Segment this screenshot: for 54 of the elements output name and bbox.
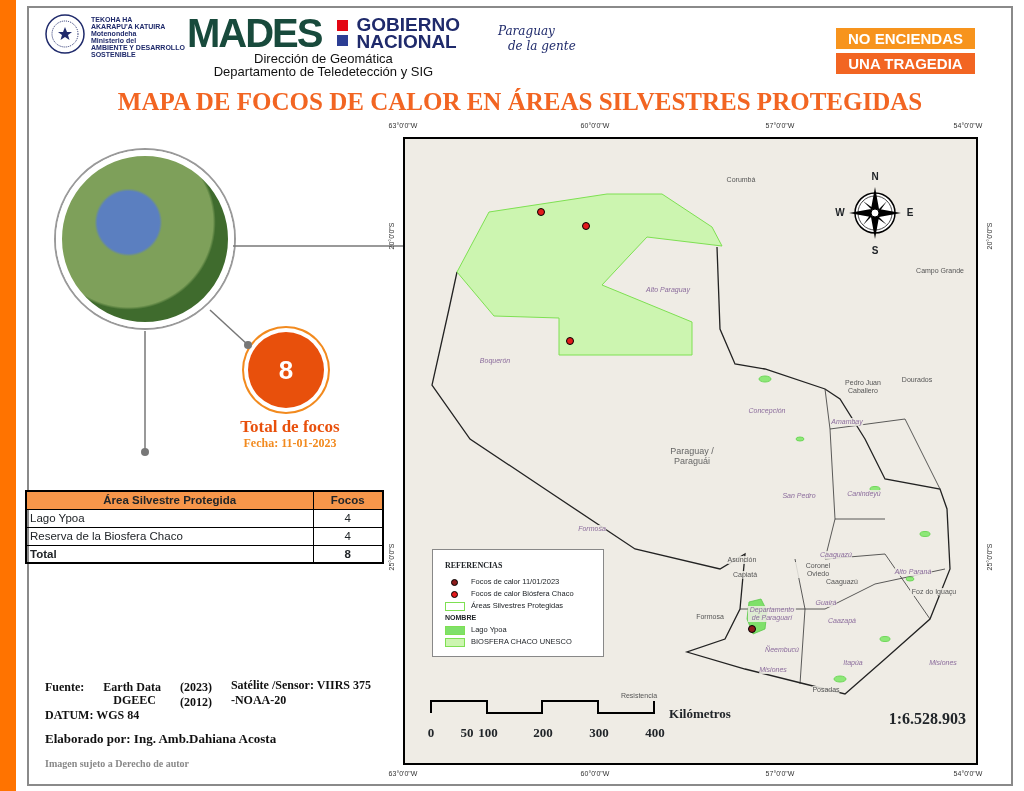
hotspot-marker bbox=[748, 625, 756, 633]
scale-label: 400 bbox=[645, 726, 665, 740]
logo-wordmark: MADES bbox=[187, 14, 322, 52]
protected-area bbox=[833, 675, 847, 683]
source-name: DGEEC bbox=[113, 694, 157, 707]
compass-letter: E bbox=[906, 208, 914, 218]
table-cell: Lago Ypoa bbox=[26, 509, 313, 527]
map-title: MAPA DE FOCOS DE CALOR EN ÁREAS SILVESTRES PROTEGIDAS bbox=[116, 88, 924, 117]
scale-label: 0 bbox=[427, 726, 435, 740]
date-text: Fecha: 11-01-2023 bbox=[243, 436, 337, 450]
legend-title: REFERENCIAS bbox=[445, 560, 504, 572]
sensor-text: -NOAA-20 bbox=[230, 694, 288, 707]
author-text: Elaborado por: Ing. Amb.Dahiana Acosta bbox=[45, 732, 278, 745]
copyright-text: Imagen sujeto a Derecho de autor bbox=[45, 757, 190, 770]
warning-banner: UNA TRAGEDIA bbox=[836, 53, 975, 74]
scale-label: 200 bbox=[533, 726, 553, 740]
leader-line bbox=[209, 309, 252, 349]
government-text: NACIONAL bbox=[356, 33, 458, 50]
column-header: Área Silvestre Protegida bbox=[26, 491, 313, 509]
scale-label: 50 bbox=[460, 726, 474, 740]
hotspot-marker bbox=[582, 222, 590, 230]
protected-area bbox=[879, 636, 891, 642]
compass-letter: S bbox=[871, 246, 879, 256]
protected-area bbox=[905, 576, 915, 582]
source-name: Earth Data bbox=[103, 681, 162, 694]
protected-area bbox=[758, 375, 772, 383]
datum-text: DATUM: WGS 84 bbox=[45, 709, 141, 722]
warning-banner: NO ENCIENDAS bbox=[836, 28, 975, 49]
department-text: Departamento de Teledetección y SIG bbox=[213, 65, 434, 78]
hotspot-marker bbox=[566, 337, 574, 345]
table-cell: Reserva de la Biosfera Chaco bbox=[26, 527, 313, 545]
government-text: GOBIERNO bbox=[356, 16, 460, 33]
scale-label: 300 bbox=[589, 726, 609, 740]
sensor-text: Satélite /Sensor: VIIRS 375 bbox=[230, 679, 373, 692]
department-text: Dirección de Geomática bbox=[254, 52, 393, 65]
scale-unit: Kilómetros bbox=[669, 707, 731, 721]
square-icon bbox=[337, 20, 349, 31]
source-year: (2023) bbox=[179, 681, 213, 694]
protected-area bbox=[795, 436, 805, 442]
scale-label: 100 bbox=[478, 726, 498, 740]
protected-area bbox=[919, 531, 931, 537]
slogan-text: de la gente bbox=[507, 39, 576, 54]
seal-icon bbox=[45, 14, 85, 54]
square-icon bbox=[337, 35, 349, 46]
hotspot-marker bbox=[537, 208, 545, 216]
source-year: (2012) bbox=[179, 696, 213, 709]
column-header: Focos bbox=[313, 491, 383, 509]
source-label: Fuente: bbox=[45, 681, 86, 694]
total-label: Total de focos bbox=[240, 418, 340, 436]
compass-letter: N bbox=[871, 172, 879, 182]
slogan-text: Paraguay bbox=[497, 24, 556, 39]
legend-swatch bbox=[445, 601, 465, 611]
scale-ratio: 1:6.528.903 bbox=[888, 709, 966, 729]
compass-letter: W bbox=[835, 208, 845, 218]
